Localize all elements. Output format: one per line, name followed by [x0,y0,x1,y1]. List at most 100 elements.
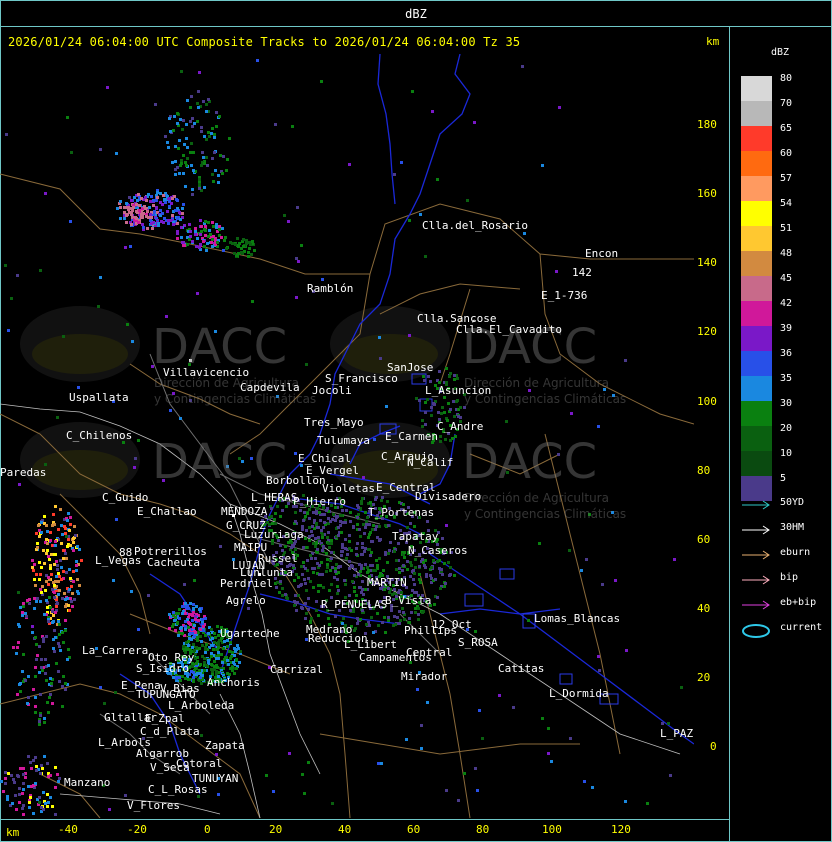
echo-pixel [112,579,115,582]
echo-pixel [106,86,109,89]
echo-pixel [406,526,409,529]
echo-pixel [228,137,231,140]
echo-pixel [116,207,119,210]
radar-map[interactable]: DACC DACC DACC DACC Dirección de Agricul… [0,54,694,818]
echo-pixel [172,614,175,617]
echo-pixel [150,222,153,225]
echo-pixel [194,618,197,621]
watermark-logo-1 [20,306,140,382]
place-label: L_HERAS [251,491,298,504]
echo-pixel [194,227,197,230]
echo-pixel [66,519,69,522]
echo-pixel [368,624,371,627]
echo-pixel [361,542,364,545]
echo-pixel [363,532,366,535]
echo-pixel [299,509,302,512]
echo-pixel [434,578,437,581]
echo-pixel [348,594,351,597]
echo-pixel [370,551,373,554]
echo-pixel [270,515,273,518]
echo-pixel [189,632,192,635]
echo-pixel [53,584,56,587]
echo-pixel [34,756,37,759]
echo-pixel [421,558,424,561]
echo-pixel [325,570,328,573]
echo-pixel [320,529,323,532]
echo-pixel [437,411,440,414]
echo-pixel [336,592,339,595]
echo-pixel [59,649,62,652]
echo-pixel [215,223,218,226]
echo-pixel [15,652,18,655]
echo-pixel [6,798,9,801]
echo-pixel [200,130,203,133]
echo-pixel [418,578,421,581]
echo-pixel [222,647,225,650]
echo-pixel [307,761,310,764]
echo-pixel [58,777,61,780]
echo-pixel [226,672,229,675]
echo-pixel [313,519,316,522]
echo-pixel [189,235,192,238]
echo-pixel [341,509,344,512]
echo-pixel [430,406,433,409]
echo-pixel [192,603,195,606]
legend-label-39: 39 [780,323,793,334]
echo-pixel [527,619,530,622]
echo-pixel [37,524,40,527]
echo-pixel [58,623,61,626]
echo-pixel [108,808,111,811]
echo-pixel [379,538,382,541]
legend-label-60: 60 [780,148,793,159]
place-label: Cacheuta [147,556,200,569]
x-tick-60: 60 [407,823,421,836]
echo-pixel [330,551,333,554]
echo-pixel [380,499,383,502]
echo-pixel [44,658,47,661]
echo-pixel [448,574,451,577]
echo-pixel [317,536,320,539]
echo-pixel [46,530,49,533]
echo-pixel [408,617,411,620]
echo-pixel [198,71,201,74]
echo-pixel [2,790,5,793]
echo-pixel [456,377,459,380]
echo-pixel [225,656,228,659]
echo-pixel [438,370,441,373]
echo-pixel [172,623,175,626]
echo-pixel [140,197,143,200]
echo-pixel [67,538,70,541]
echo-pixel [354,568,357,571]
echo-pixel [216,241,219,244]
echo-pixel [192,169,195,172]
echo-pixel [211,221,214,224]
echo-pixel [58,633,61,636]
echo-pixel [348,560,351,563]
echo-pixel [67,512,70,515]
echo-pixel [168,117,171,120]
echo-pixel [159,209,162,212]
legend-swatch-30 [741,401,772,426]
echo-pixel [171,214,174,217]
echo-pixel [55,662,58,665]
echo-pixel [48,558,51,561]
echo-pixel [99,686,102,689]
echo-pixel [276,581,279,584]
echo-pixel [50,553,53,556]
echo-pixel [207,221,210,224]
echo-pixel [476,789,479,792]
echo-pixel [69,220,72,223]
echo-pixel [273,518,276,521]
echo-pixel [308,517,311,520]
echo-pixel [440,568,443,571]
echo-pixel [570,412,573,415]
echo-pixel [343,579,346,582]
echo-pixel [56,416,59,419]
echo-pixel [356,516,359,519]
echo-pixel [291,125,294,128]
echo-pixel [327,531,330,534]
place-label: Tapatay [392,530,439,543]
echo-pixel [233,647,236,650]
echo-pixel [181,675,184,678]
echo-pixel [34,711,37,714]
